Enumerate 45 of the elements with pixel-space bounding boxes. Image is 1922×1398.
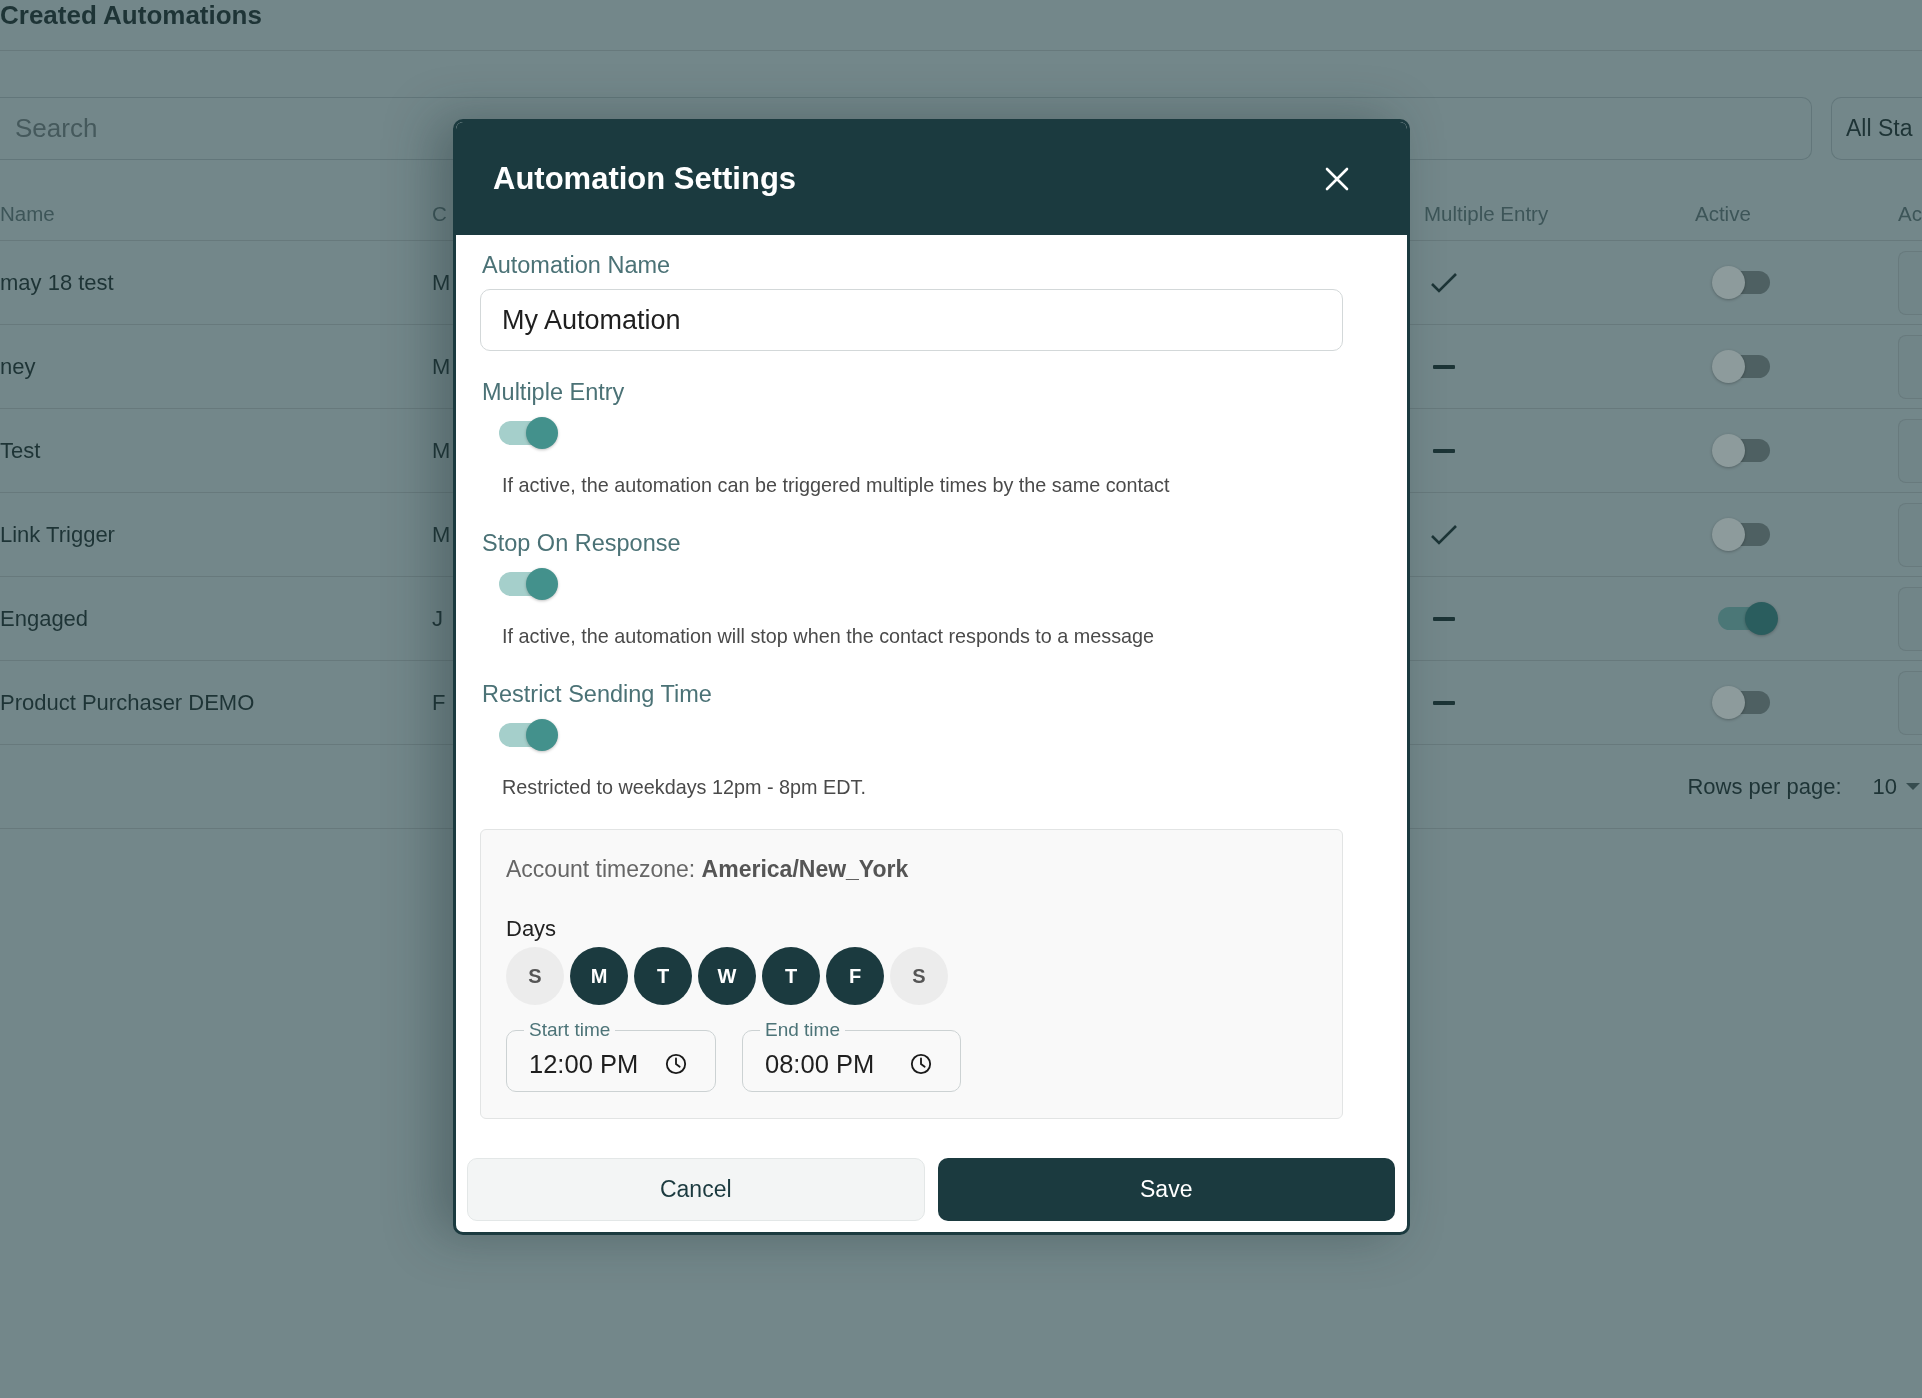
table-cell: ney <box>0 353 36 380</box>
day-toggle[interactable]: S <box>506 947 564 1005</box>
time-field-label: Start time <box>528 1019 612 1041</box>
timezone-text: Account timezone: America/New_York <box>506 856 909 882</box>
table-cell: M <box>432 269 451 296</box>
toggle-switch[interactable] <box>499 719 559 751</box>
days-label: Days <box>506 916 557 942</box>
setting-label: Multiple Entry <box>482 379 625 405</box>
dialog-button[interactable]: Cancel <box>467 1158 925 1221</box>
rows-per-page-select[interactable]: 10 <box>1872 773 1920 800</box>
day-toggle[interactable]: S <box>890 947 948 1005</box>
table-cell: M <box>432 353 451 380</box>
day-toggle[interactable]: T <box>762 947 820 1005</box>
day-toggle[interactable]: W <box>698 947 756 1005</box>
toggle-switch[interactable] <box>499 417 559 449</box>
rows-per-page-label: Rows per page: <box>1687 773 1842 800</box>
table-cell: F <box>432 689 446 716</box>
time-field-label: End time <box>764 1019 841 1041</box>
setting-label: Restrict Sending Time <box>482 681 712 707</box>
help-text: If active, the automation can be triggered multiple times by the same contact <box>502 474 1170 496</box>
dialog-button[interactable]: Save <box>937 1158 1395 1221</box>
table-cell: may 18 test <box>0 269 114 296</box>
toggle-switch[interactable] <box>499 568 559 600</box>
table-cell: Engaged <box>0 605 89 632</box>
table-cell: M <box>432 437 451 464</box>
day-toggle[interactable]: F <box>826 947 884 1005</box>
close-icon <box>1325 166 1349 191</box>
clock-icon <box>910 1053 932 1075</box>
help-text: Restricted to weekdays 12pm - 8pm EDT. <box>502 776 866 798</box>
table-cell: Link Trigger <box>0 521 115 548</box>
clock-icon <box>665 1053 687 1075</box>
help-text: If active, the automation will stop when the contact responds to a message <box>502 625 1155 647</box>
field-label: Automation Name <box>482 252 671 278</box>
setting-label: Stop On Response <box>482 530 681 556</box>
automation-name-field[interactable]: My Automation <box>480 289 1343 351</box>
table-cell: M <box>432 521 451 548</box>
caret-icon <box>1906 783 1920 790</box>
table-cell: J <box>432 605 443 632</box>
close-button[interactable] <box>1325 166 1349 191</box>
day-toggle[interactable]: T <box>634 947 692 1005</box>
day-toggle[interactable]: M <box>570 947 628 1005</box>
dialog-title: Automation Settings <box>493 160 797 197</box>
page-title: Created Automations <box>0 0 262 30</box>
table-cell: Product Purchaser DEMO <box>0 689 255 716</box>
table-cell: Test <box>0 437 41 464</box>
